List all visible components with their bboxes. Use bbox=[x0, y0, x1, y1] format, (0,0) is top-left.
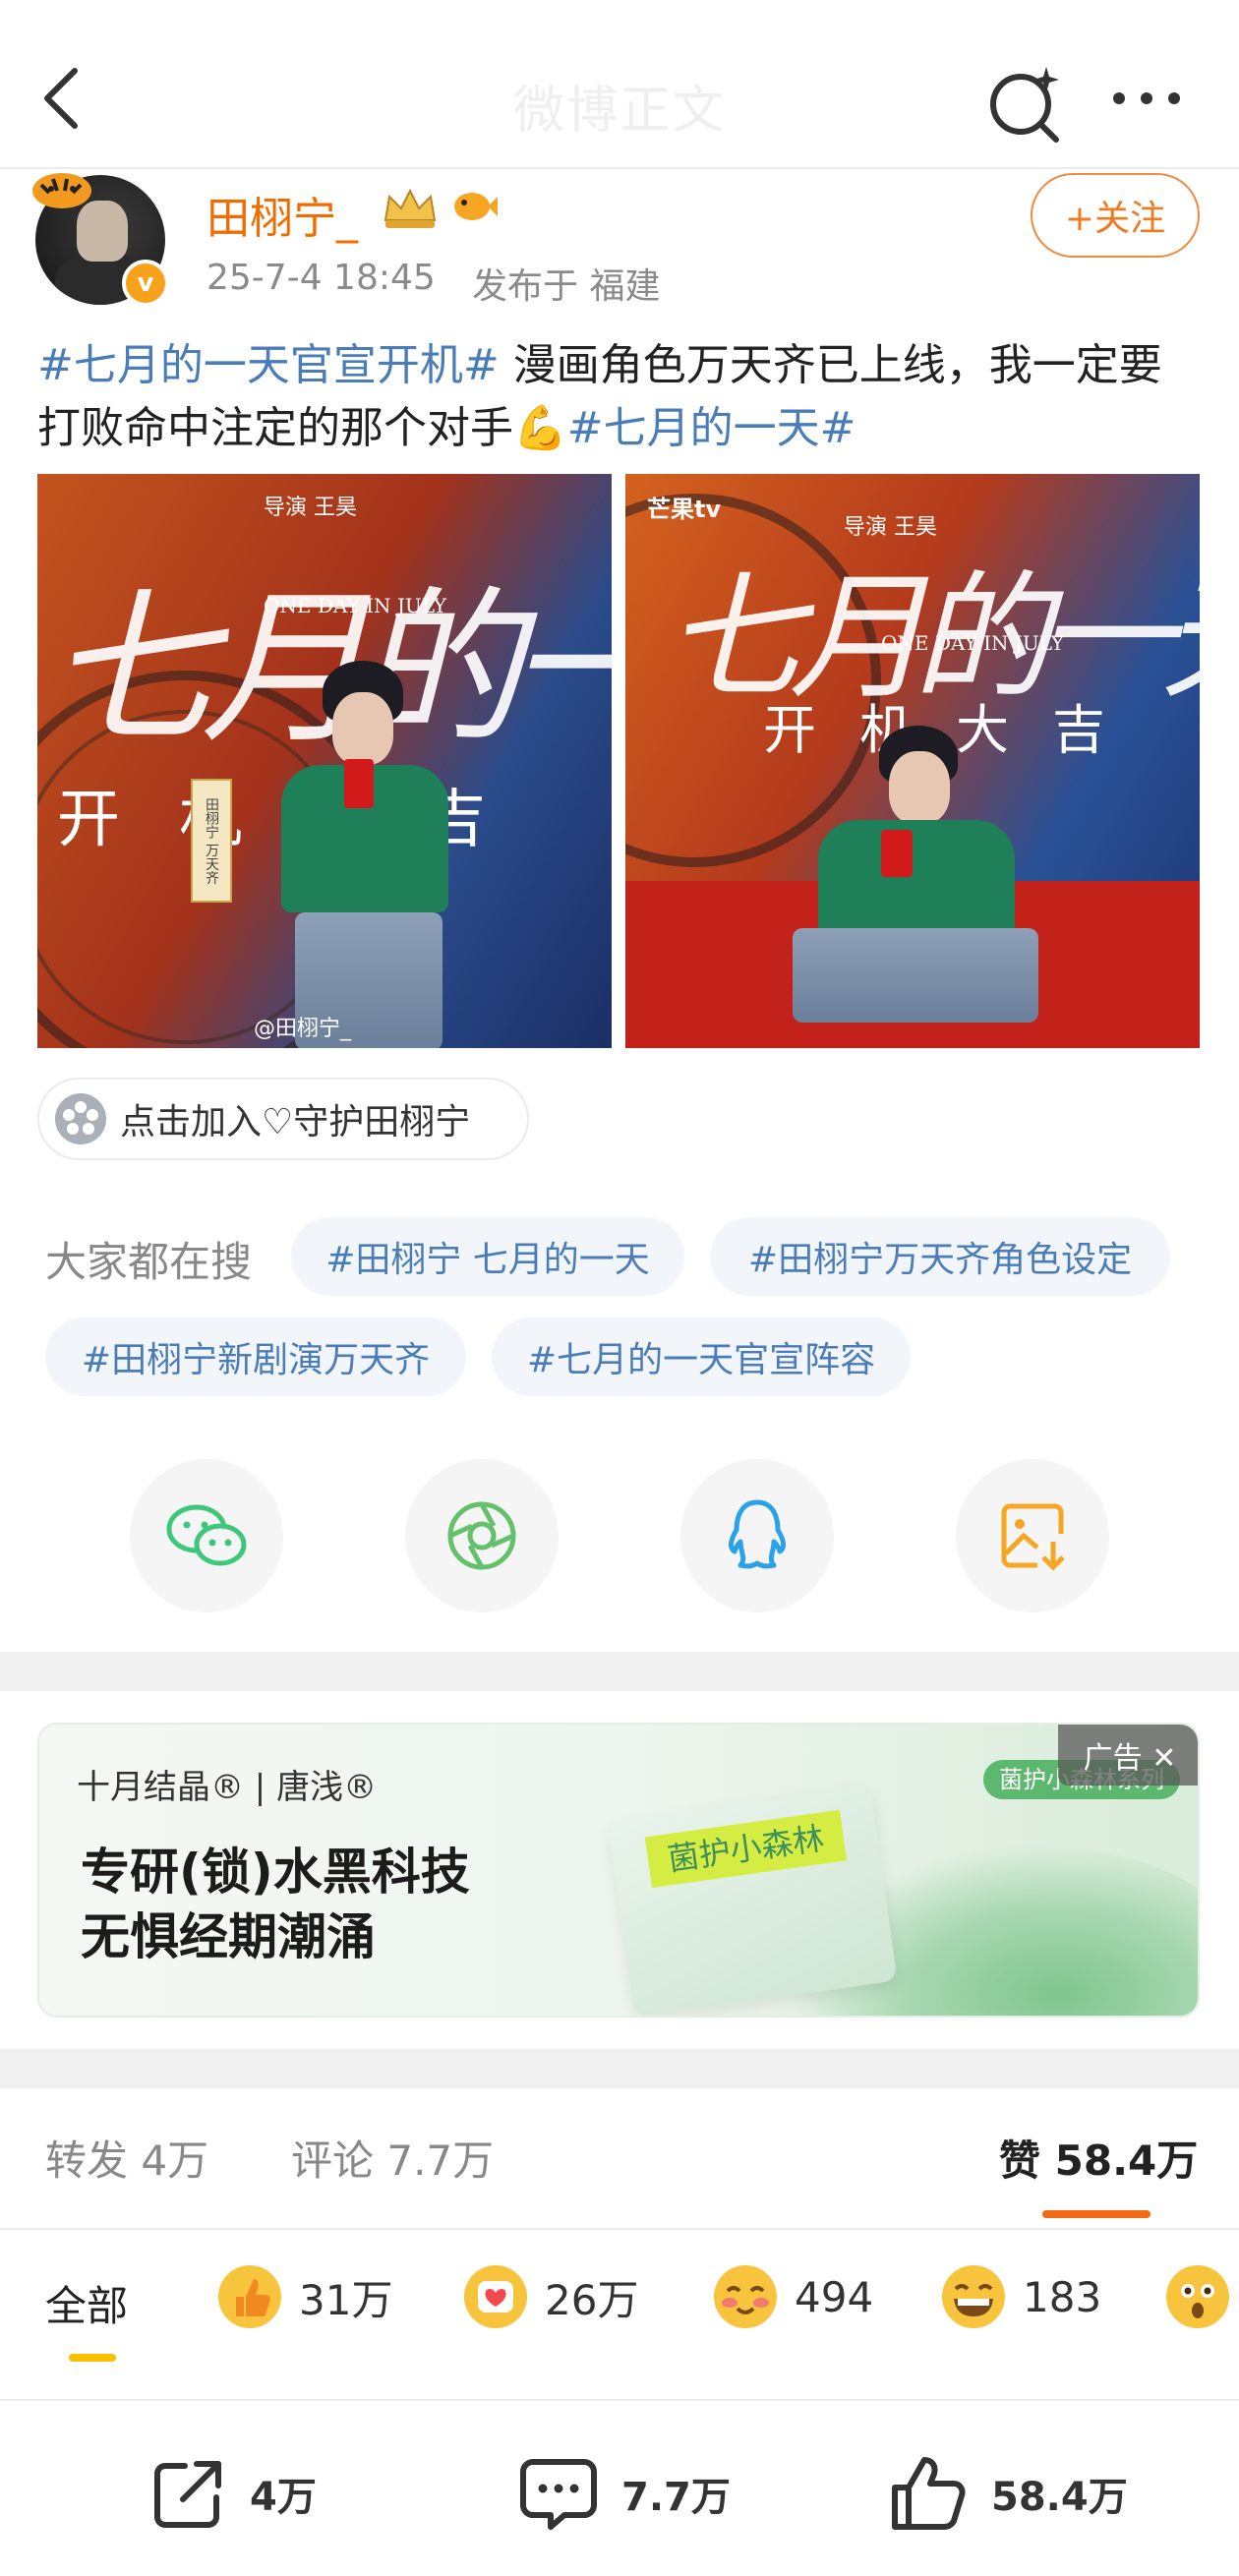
hot-search-tag[interactable]: #田栩宁 七月的一天 bbox=[291, 1217, 684, 1296]
grin-emoji-icon bbox=[942, 2265, 1005, 2328]
person-head bbox=[889, 751, 950, 824]
person-jeans bbox=[793, 928, 1038, 1023]
bottom-repost-button[interactable]: 4万 bbox=[149, 2444, 317, 2543]
surprised-emoji-icon bbox=[1166, 2265, 1229, 2328]
bottom-like-count: 58.4万 bbox=[991, 2475, 1128, 2520]
reaction-count: 26万 bbox=[545, 2275, 639, 2324]
red-card-prop bbox=[344, 759, 374, 808]
verified-badge-icon: v bbox=[122, 260, 169, 307]
hot-search-tag[interactable]: #田栩宁万天齐角色设定 bbox=[710, 1217, 1170, 1296]
hashtag-link[interactable]: #七月的一天官宣开机# bbox=[37, 340, 500, 390]
fish-badge-icon bbox=[454, 193, 498, 220]
ad-product-pack: 菌护小森林 bbox=[607, 1786, 898, 2016]
save-image-button[interactable] bbox=[956, 1459, 1109, 1612]
top-navigation-bar: 微博正文 bbox=[0, 0, 1239, 169]
more-options-button[interactable] bbox=[1107, 73, 1186, 124]
tiger-avatar-frame-icon bbox=[32, 173, 91, 208]
reaction-count: 31万 bbox=[299, 2275, 393, 2324]
vip-crown-icon bbox=[384, 188, 437, 228]
character-nameplate: 田栩宁 万天齐 bbox=[191, 779, 232, 903]
ad-headline-line-2: 无惧经期潮涌 bbox=[81, 1908, 376, 1965]
red-card-prop bbox=[881, 830, 913, 877]
reaction-count: 183 bbox=[1023, 2272, 1102, 2321]
guard-fan-chip[interactable]: 点击加入♡守护田栩宁 bbox=[37, 1078, 529, 1160]
person-shirt bbox=[818, 820, 1015, 938]
thumbs-up-icon bbox=[892, 2457, 966, 2530]
bottom-comment-count: 7.7万 bbox=[621, 2475, 731, 2520]
divider bbox=[0, 2399, 1239, 2401]
heart-emoji-icon bbox=[464, 2265, 527, 2328]
post-location: 发布于 福建 bbox=[472, 266, 661, 307]
hot-search-label: 大家都在搜 bbox=[45, 1238, 253, 1286]
ad-pack-label: 菌护小森林 bbox=[644, 1809, 848, 1889]
ad-close-tag[interactable]: 广告 ✕ bbox=[1058, 1725, 1198, 1786]
person-head bbox=[332, 692, 393, 765]
drama-english-title: ONE DAY IN JULY bbox=[881, 631, 1064, 655]
guard-chip-label: 点击加入♡守护田栩宁 bbox=[120, 1102, 471, 1142]
section-divider bbox=[0, 1652, 1239, 1691]
blush-emoji-icon bbox=[714, 2265, 777, 2328]
bottom-comment-button[interactable]: 7.7万 bbox=[517, 2444, 731, 2543]
search-button[interactable] bbox=[985, 61, 1068, 144]
author-name[interactable]: 田栩宁_ bbox=[206, 183, 358, 246]
save-image-icon bbox=[1001, 1503, 1065, 1571]
share-qq-button[interactable] bbox=[680, 1459, 834, 1612]
hot-search-tag[interactable]: #田栩宁新剧演万天齐 bbox=[45, 1317, 466, 1396]
reaction-filter-all[interactable]: 全部 bbox=[45, 2273, 128, 2333]
post-timestamp: 25-7-4 18:45 bbox=[206, 258, 436, 298]
flower-icon bbox=[55, 1093, 106, 1144]
bottom-like-button[interactable]: 58.4万 bbox=[887, 2444, 1128, 2543]
ad-headline-line-1: 专研(锁)水黑科技 bbox=[81, 1844, 470, 1901]
post-body: #七月的一天官宣开机# 漫画角色万天齐已上线，我一定要打败命中注定的那个对手💪#… bbox=[37, 334, 1198, 460]
ad-brand: 十月结晶® | 唐浅® bbox=[77, 1768, 378, 1807]
reaction-filter-heart[interactable]: 26万 bbox=[462, 2257, 638, 2336]
tab-comments[interactable]: 评论 7.7万 bbox=[291, 2128, 494, 2188]
drama-english-title: ONE DAY IN JULY bbox=[264, 594, 446, 617]
search-spark-icon bbox=[990, 67, 1059, 143]
reaction-filter-grin[interactable]: 183 bbox=[940, 2257, 1101, 2336]
sponsored-ad-banner[interactable]: 十月结晶® | 唐浅® 专研(锁)水黑科技 无惧经期潮涌 菌护小森林 菌护小森林… bbox=[37, 1723, 1200, 2018]
comment-icon bbox=[520, 2459, 597, 2530]
thumbs-up-emoji-icon bbox=[218, 2265, 281, 2328]
moments-icon bbox=[447, 1501, 516, 1570]
share-moments-button[interactable] bbox=[405, 1459, 559, 1612]
more-dots-icon bbox=[1113, 92, 1180, 104]
divider bbox=[0, 2228, 1239, 2230]
post-image-1[interactable]: 导演 王昊 七月的一天 ONE DAY IN JULY 开机大吉 田栩宁 万天齐… bbox=[37, 474, 612, 1048]
director-credit: 导演 王昊 bbox=[264, 496, 357, 520]
weibo-watermark: @田栩宁_ bbox=[254, 1017, 352, 1041]
reaction-filter-blush[interactable]: 494 bbox=[712, 2257, 873, 2336]
tab-likes[interactable]: 赞 58.4万 bbox=[999, 2128, 1198, 2188]
hot-search-tag[interactable]: #七月的一天官宣阵容 bbox=[492, 1317, 911, 1396]
post-image-2[interactable]: 芒果tv 导演 王昊 七月的一天 ONE DAY IN JULY 开机大吉 bbox=[625, 474, 1200, 1048]
drama-title-calligraphy: 七月的一天 bbox=[47, 572, 612, 767]
hashtag-link[interactable]: #七月的一天# bbox=[567, 403, 856, 453]
reaction-filter-like[interactable]: 31万 bbox=[216, 2257, 392, 2336]
reaction-filter-surprised[interactable] bbox=[1164, 2257, 1231, 2336]
wechat-icon bbox=[166, 1504, 247, 1566]
all-tab-indicator bbox=[69, 2354, 116, 2362]
bottom-repost-count: 4万 bbox=[250, 2475, 317, 2520]
section-divider bbox=[0, 2049, 1239, 2088]
reaction-count: 494 bbox=[795, 2272, 874, 2321]
active-tab-indicator bbox=[1042, 2210, 1150, 2218]
share-wechat-button[interactable] bbox=[130, 1459, 283, 1612]
qq-icon bbox=[728, 1499, 787, 1569]
repost-icon bbox=[154, 2461, 221, 2528]
tab-reposts[interactable]: 转发 4万 bbox=[45, 2128, 208, 2188]
follow-button[interactable]: +关注 bbox=[1031, 173, 1200, 258]
mango-tv-logo: 芒果tv bbox=[647, 496, 722, 523]
